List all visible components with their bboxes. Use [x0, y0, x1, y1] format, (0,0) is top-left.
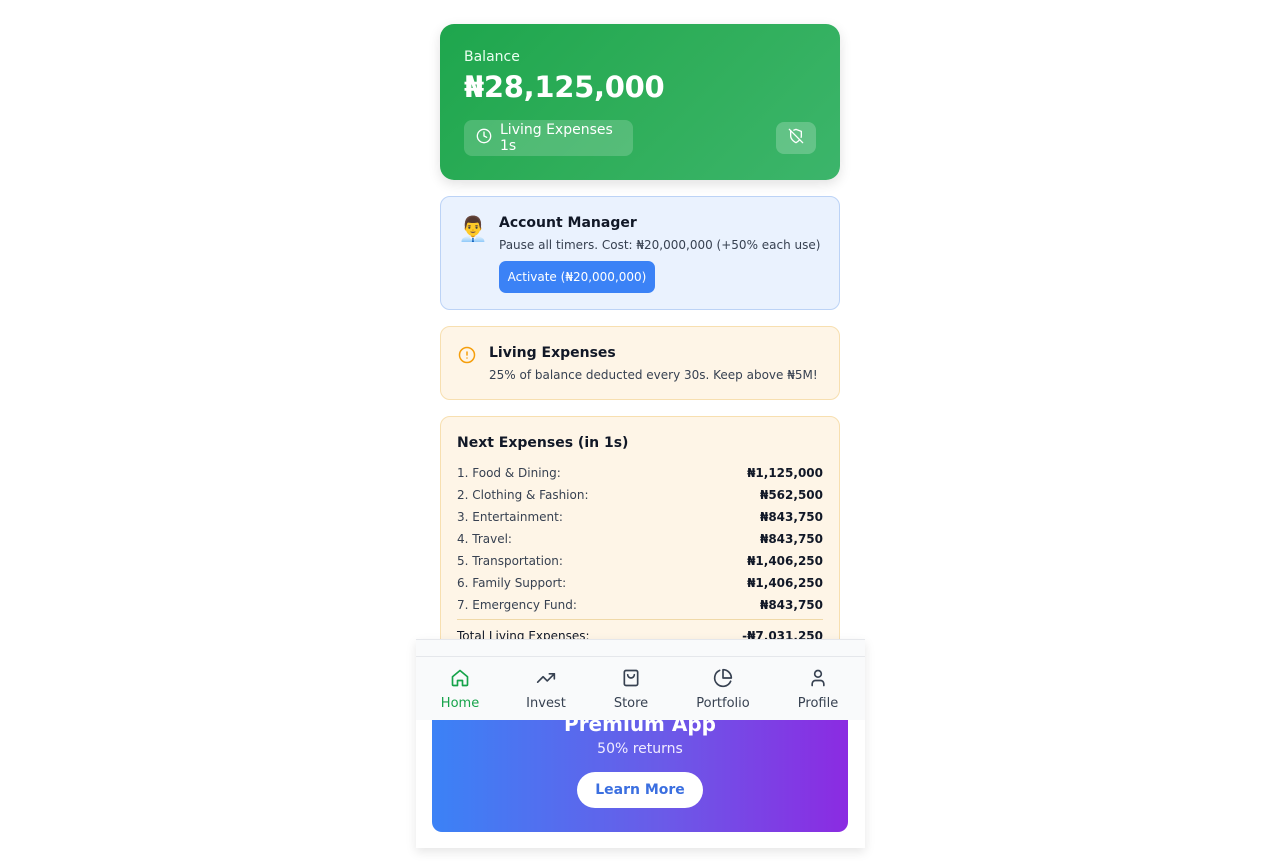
nav-divider: [416, 656, 865, 657]
nav-label: Home: [440, 696, 480, 711]
activate-button[interactable]: Activate (₦20,000,000): [499, 261, 655, 293]
expense-label: 7. Emergency Fund:: [457, 598, 577, 612]
expense-row: 5. Transportation: ₦1,406,250: [457, 551, 823, 571]
shopping-bag-icon: [621, 668, 641, 692]
trending-up-icon: [536, 668, 556, 692]
home-icon: [450, 668, 470, 692]
expense-label: 2. Clothing & Fashion:: [457, 488, 589, 502]
living-expenses-description: 25% of balance deducted every 30s. Keep …: [489, 368, 818, 382]
nav-item-store[interactable]: Store: [601, 668, 661, 712]
expense-label: 6. Family Support:: [457, 576, 567, 590]
living-expenses-warning: Living Expenses 25% of balance deducted …: [440, 326, 840, 400]
expense-timer-label: Living Expenses 1s: [500, 122, 613, 154]
expense-row: 3. Entertainment: ₦843,750: [457, 507, 823, 527]
expense-value: ₦1,125,000: [747, 466, 823, 480]
expense-label: 1. Food & Dining:: [457, 466, 561, 480]
expense-row: 6. Family Support: ₦1,406,250: [457, 573, 823, 593]
shield-off-icon: [788, 128, 804, 148]
expense-value: ₦1,406,250: [747, 576, 823, 590]
bottom-nav: Home Invest Store Portfolio Profile: [416, 639, 865, 720]
expense-timer-chip: Living Expenses 1s: [464, 120, 633, 156]
expense-label: 4. Travel:: [457, 532, 512, 546]
shield-off-button[interactable]: [776, 122, 816, 154]
alert-circle-icon: [458, 346, 476, 368]
living-expenses-title: Living Expenses: [489, 345, 616, 361]
pie-chart-icon: [713, 668, 733, 692]
clock-icon: [476, 128, 492, 148]
nav-item-portfolio[interactable]: Portfolio: [688, 668, 758, 712]
nav-item-home[interactable]: Home: [430, 668, 490, 712]
balance-amount: ₦28,125,000: [464, 70, 665, 104]
expense-row: 2. Clothing & Fashion: ₦562,500: [457, 485, 823, 505]
account-manager-card: 👨‍💼 Account Manager Pause all timers. Co…: [440, 196, 840, 310]
nav-item-profile[interactable]: Profile: [788, 668, 848, 712]
next-expenses-title: Next Expenses (in 1s): [457, 435, 629, 451]
balance-card: Balance ₦28,125,000 Living Expenses 1s: [440, 24, 840, 180]
expense-label: 3. Entertainment:: [457, 510, 563, 524]
nav-label: Profile: [797, 696, 839, 711]
expense-value: ₦1,406,250: [747, 554, 823, 568]
user-icon: [808, 668, 828, 692]
expense-row: 4. Travel: ₦843,750: [457, 529, 823, 549]
next-expenses-card: Next Expenses (in 1s) 1. Food & Dining: …: [440, 416, 840, 656]
nav-label: Invest: [526, 696, 566, 711]
account-manager-description: Pause all timers. Cost: ₦20,000,000 (+50…: [499, 238, 821, 252]
manager-avatar-icon: 👨‍💼: [458, 215, 488, 243]
expense-value: ₦843,750: [759, 532, 823, 546]
nav-label: Store: [613, 696, 649, 711]
expense-label: 5. Transportation:: [457, 554, 563, 568]
nav-label: Portfolio: [696, 696, 750, 711]
expense-value: ₦562,500: [759, 488, 823, 502]
promo-subtitle: 50% returns: [597, 741, 683, 757]
expenses-divider: [457, 619, 823, 620]
nav-item-invest[interactable]: Invest: [516, 668, 576, 712]
expense-value: ₦843,750: [759, 598, 823, 612]
balance-label: Balance: [464, 49, 520, 65]
learn-more-button[interactable]: Learn More: [577, 772, 703, 808]
expense-value: ₦843,750: [759, 510, 823, 524]
expense-row: 7. Emergency Fund: ₦843,750: [457, 595, 823, 615]
account-manager-title: Account Manager: [499, 215, 637, 231]
expense-row: 1. Food & Dining: ₦1,125,000: [457, 463, 823, 483]
